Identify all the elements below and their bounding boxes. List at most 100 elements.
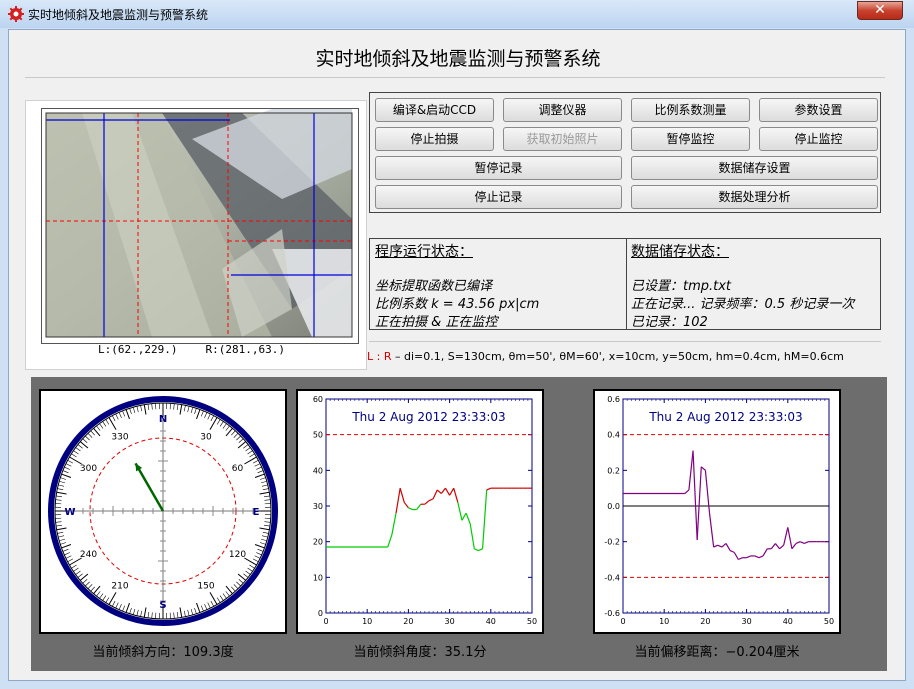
compass-tick [112,600,116,607]
compass-tick [73,567,79,572]
compass-tick [75,447,81,452]
stop-record-button[interactable]: 停止记录 [375,185,622,209]
compass-tick [136,609,139,616]
compass-tick [58,484,65,487]
parameter-settings-button[interactable]: 参数设置 [759,98,878,122]
offset-chart-panel: 0 10 20 30 40 50 -0.6 -0.4 -0.2 0.0 0.2 0.4 0.6 Thu 2… [593,389,841,634]
storage-settings-button[interactable]: 数据储存设置 [631,156,878,180]
compass-degree-label: 330 [111,433,128,443]
stop-capture-button[interactable]: 停止拍摄 [375,127,494,151]
pause-record-button[interactable]: 暂停记录 [375,156,622,180]
compass-tick [254,463,261,467]
compass-panel: N E S W 30 60 120 150 210 240 300 330 [39,389,287,634]
compass-tick [59,538,66,542]
camera-image [45,109,353,338]
compass-tick [90,430,95,436]
compass-tick [147,404,150,411]
run-status-line: 比例系数 k = 43.56 px|cm [375,297,540,312]
x-tick-label: 20 [700,617,710,626]
compass-west-label: W [64,507,75,518]
direction-needle [134,462,165,512]
compass-tick [73,450,79,455]
compass-tick [210,600,214,607]
x-tick-label: 10 [659,617,669,626]
x-tick-label: 0 [620,617,625,626]
run-status-line: 正在拍摄 & 正在监控 [375,315,498,330]
compass-tick [65,463,72,467]
y-tick-label: -0.2 [604,538,620,547]
compass-tick [136,406,139,413]
compass-tick [61,544,72,549]
store-status-line: 已记录：102 [631,315,708,330]
offset-caption: 当前偏移距离：−0.204厘米 [634,645,800,660]
angle-chart: 0 10 20 30 40 50 0 10 20 30 40 50 60 Thu 2 Aug 2012 2… [313,395,537,626]
y-tick-label: 60 [313,395,323,404]
y-tick-label: 50 [313,431,323,440]
compass-tick [71,453,77,458]
compass-tick [187,406,190,413]
compass-tick [233,584,239,589]
compass-tick [56,491,67,495]
stop-monitor-button[interactable]: 停止监控 [759,127,878,151]
compass-tick [60,542,67,545]
compass-tick [59,480,66,484]
compass-tick [62,470,69,474]
offset-chart: 0 10 20 30 40 50 -0.6 -0.4 -0.2 0.0 0.2 0.4 0.6 Thu 2… [604,395,834,626]
compass-degree-label: 210 [111,581,128,591]
data-analysis-button[interactable]: 数据处理分析 [631,185,878,209]
compass-tick [263,524,270,527]
parameter-summary: L : R – di=0.1, S=130cm, θm=50', θM=60',… [367,350,844,363]
lr-label: L : R [367,350,392,363]
gear-icon [8,6,24,22]
compass-tick [56,524,63,527]
x-tick-label: 20 [403,617,413,626]
ratio-measure-button[interactable]: 比例系数测量 [631,98,750,122]
close-icon: ✕ [874,2,886,18]
compass-tick [96,425,101,431]
pause-monitor-button[interactable]: 暂停监控 [631,127,750,151]
compass-tick [125,409,130,420]
compass-tick [132,608,136,615]
compass-tick [252,558,259,562]
compass-tick [216,419,221,425]
compass-tick [82,438,88,443]
window-titlebar[interactable]: 实时地倾斜及地震监测与预警系统 ✕ [0,0,914,28]
compass-tick [196,409,201,420]
compass-tick [87,584,93,589]
compass-tick [236,435,241,441]
compass-tick [233,433,239,438]
x-tick-label: 50 [527,617,537,626]
compass-tick [210,415,214,422]
compass-tick [129,408,132,415]
compass-tick [56,495,63,498]
compass-tick [151,403,153,410]
get-initial-photo-button[interactable]: 获取初始照片 [503,127,622,151]
compass-tick [194,408,197,415]
close-button[interactable]: ✕ [857,1,903,20]
compile-start-ccd-button[interactable]: 编译&启动CCD [375,98,494,122]
control-button-group: 编译&启动CCD 调整仪器 比例系数测量 参数设置 停止拍摄 获取初始照片 暂停… [369,92,881,213]
compass-tick [207,413,211,420]
adjust-instrument-button[interactable]: 调整仪器 [503,98,622,122]
x-tick-label: 40 [486,617,496,626]
y-tick-label: 0 [318,609,323,618]
compass-tick [75,570,81,575]
compass-tick [122,410,126,417]
compass-tick [245,570,251,575]
x-tick-label: 40 [783,617,793,626]
compass-tick [231,586,236,592]
compass-tick [67,460,74,464]
compass-tick [102,421,107,427]
compass-tick [87,433,93,438]
compass-tick [259,527,270,531]
compass-tick [243,444,249,449]
angle-chart-panel: 0 10 20 30 40 50 0 10 20 30 40 50 60 Thu 2 Aug 2012 2… [296,389,544,634]
compass-tick [204,604,208,610]
compass-tick [247,450,253,455]
compass-tick [254,555,261,559]
compass-tick [140,405,143,412]
compass-tick [102,595,107,601]
compass-tick [140,610,143,617]
compass-tick [65,555,72,559]
compass-tick [112,415,116,422]
